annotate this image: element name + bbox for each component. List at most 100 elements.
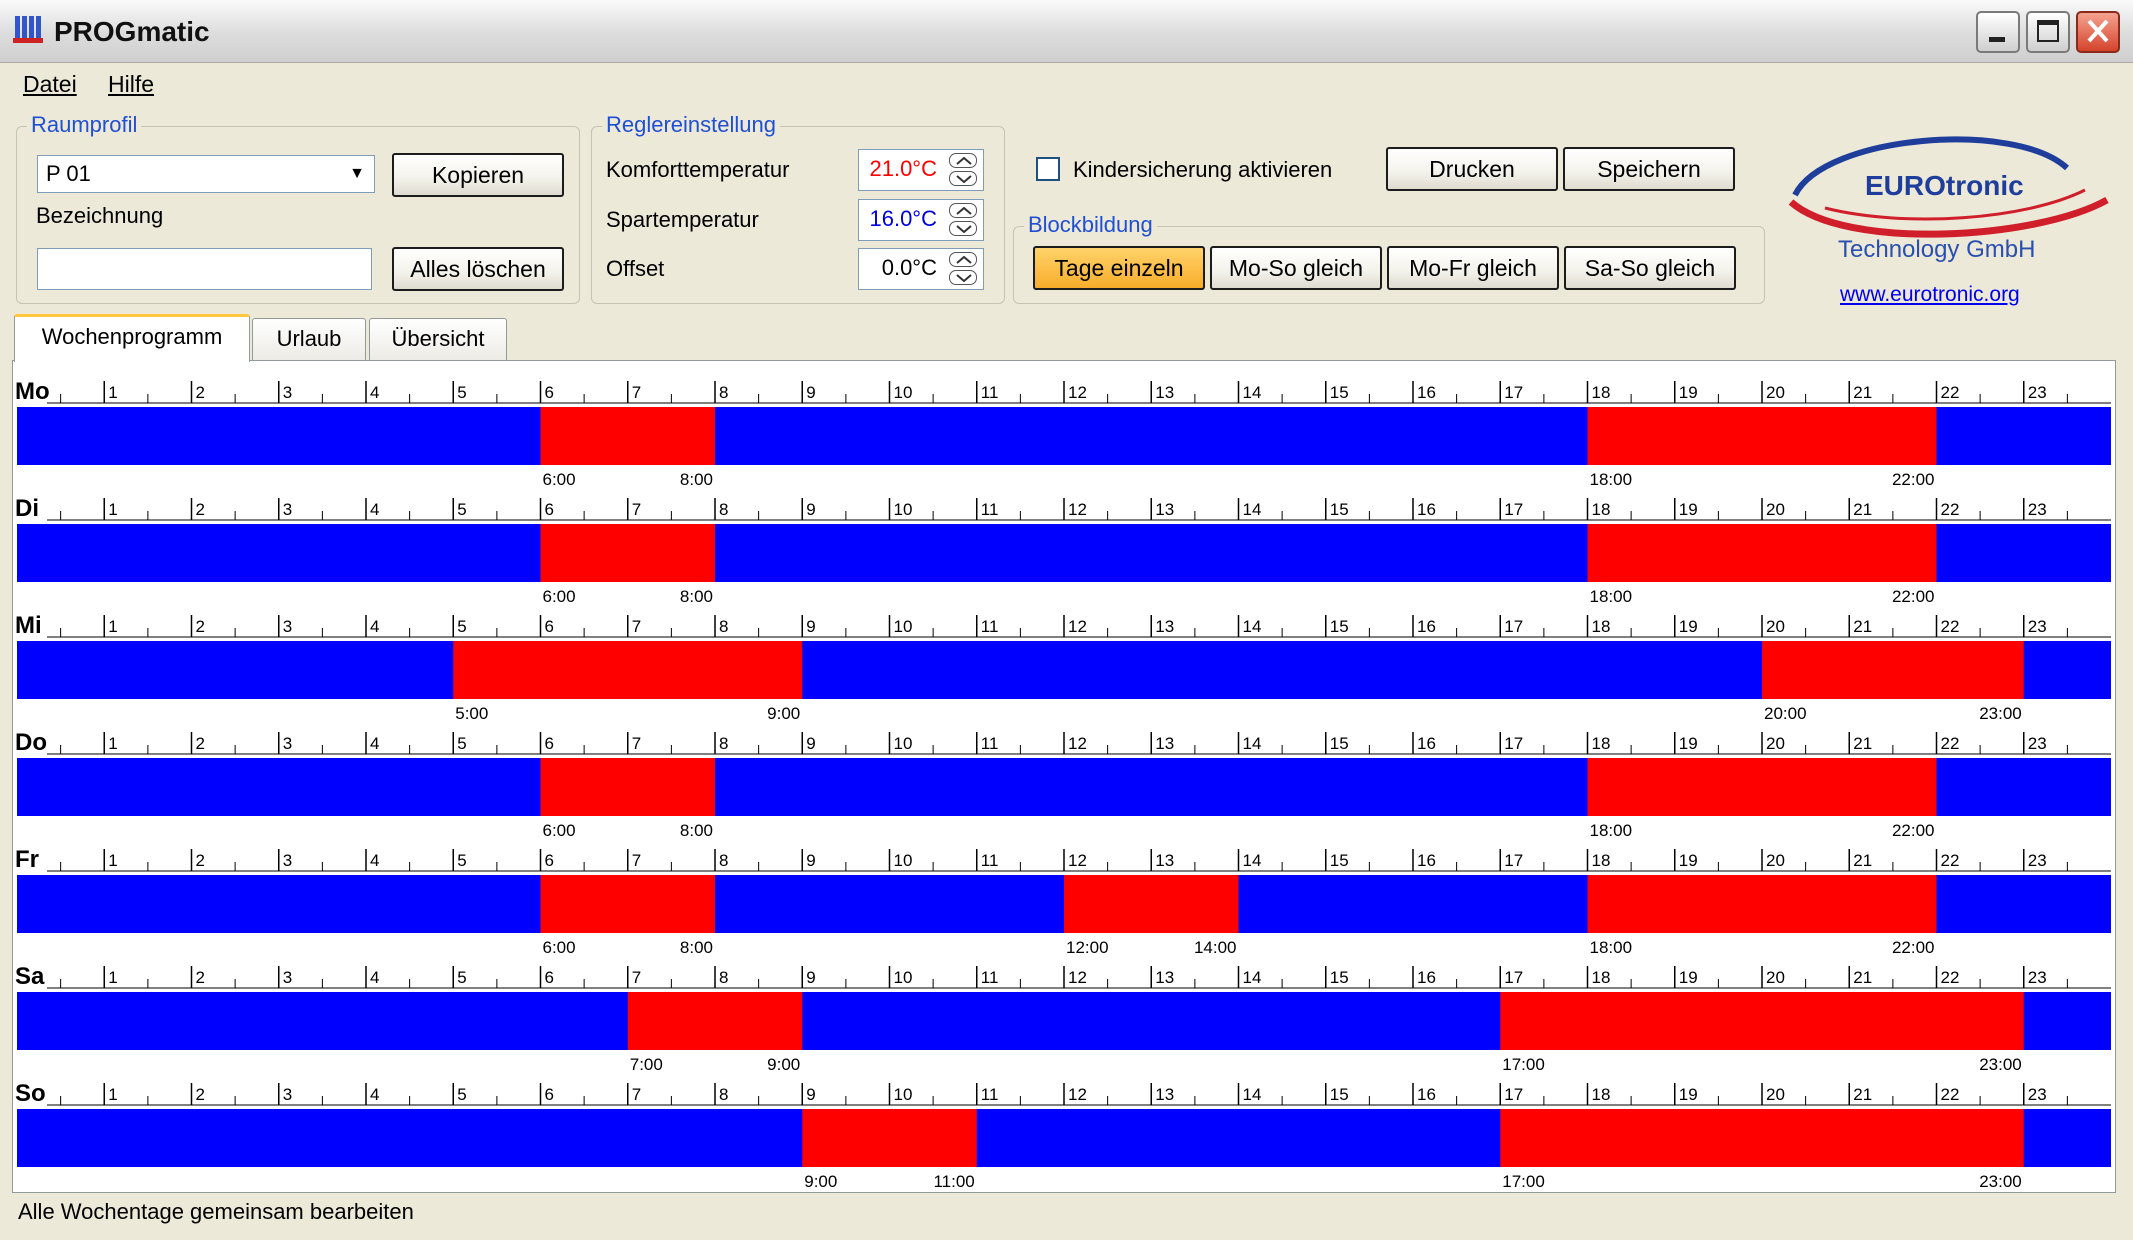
hour-tick-label: 14: [1243, 500, 1262, 519]
hour-tick-label: 6: [545, 1085, 554, 1104]
day-label-so: So: [15, 1080, 46, 1107]
window-title: PROGmatic: [54, 16, 210, 47]
status-text: Alle Wochentage gemeinsam bearbeiten: [18, 1199, 414, 1224]
hour-tick-label: 5: [457, 734, 466, 753]
segment-start-label: 6:00: [543, 821, 576, 840]
hour-tick-label: 10: [894, 734, 913, 753]
week-program-panel: Mo 1 2 3 4 5 6 7 8 9 10 11 12 13 14 15 16 17 18 19 20 21 22 23 6…: [12, 360, 2116, 1193]
menu-hilfe[interactable]: Hilfe: [108, 71, 154, 98]
segment-end-label: 22:00: [1892, 821, 1935, 840]
hour-tick-label: 1: [108, 851, 117, 870]
offset-spinner[interactable]: 0.0°C: [858, 248, 984, 290]
hour-tick-label: 8: [719, 383, 728, 402]
saving-temp-up-icon[interactable]: [949, 203, 977, 218]
hour-tick-label: 14: [1243, 968, 1262, 987]
hour-tick-label: 3: [283, 1085, 292, 1104]
comfort-temp-up-icon[interactable]: [949, 153, 977, 168]
offset-up-icon[interactable]: [949, 252, 977, 267]
hour-tick-label: 19: [1679, 383, 1698, 402]
comfort-segment[interactable]: [1587, 407, 1937, 465]
saving-temp-spinner[interactable]: 16.0°C: [858, 199, 984, 241]
print-button[interactable]: Drucken: [1386, 147, 1558, 191]
hour-tick-label: 5: [457, 500, 466, 519]
hour-tick-label: 16: [1417, 734, 1436, 753]
comfort-segment[interactable]: [1587, 524, 1937, 582]
hour-tick-label: 13: [1155, 383, 1174, 402]
hour-tick-label: 2: [196, 617, 205, 636]
copy-button[interactable]: Kopieren: [392, 153, 564, 197]
hour-tick-label: 12: [1068, 1085, 1087, 1104]
hour-tick-label: 22: [1941, 617, 1960, 636]
minimize-button[interactable]: [1976, 11, 2020, 53]
tab-urlaub[interactable]: Urlaub: [252, 318, 366, 360]
comfort-temp-spinner[interactable]: 21.0°C: [858, 149, 984, 191]
name-field[interactable]: [37, 248, 372, 290]
comfort-temp-down-icon[interactable]: [949, 171, 977, 186]
chevron-down-icon[interactable]: ▼: [344, 160, 370, 188]
comfort-segment[interactable]: [453, 641, 803, 699]
week-timeline-chart[interactable]: Mo 1 2 3 4 5 6 7 8 9 10 11 12 13 14 15 16 17 18 19 20 21 22 236…: [13, 361, 2115, 1192]
hour-tick-label: 10: [894, 1085, 913, 1104]
hour-tick-label: 17: [1504, 734, 1523, 753]
child-lock-checkbox[interactable]: [1036, 157, 1060, 181]
clear-all-button[interactable]: Alles löschen: [392, 247, 564, 291]
comfort-segment[interactable]: [627, 992, 803, 1050]
hour-tick-label: 11: [981, 383, 999, 402]
saving-temp-label: Spartemperatur: [606, 207, 759, 232]
hour-tick-label: 7: [632, 968, 641, 987]
offset-down-icon[interactable]: [949, 270, 977, 285]
profile-select[interactable]: P 01 ▼: [37, 155, 375, 193]
hour-tick-label: 7: [632, 1085, 641, 1104]
hour-tick-label: 20: [1766, 617, 1785, 636]
hour-tick-label: 22: [1941, 734, 1960, 753]
comfort-segment[interactable]: [802, 1109, 977, 1167]
segment-start-label: 5:00: [455, 704, 488, 723]
hour-tick-label: 15: [1330, 851, 1349, 870]
comfort-segment[interactable]: [1500, 1109, 2024, 1167]
tab-wochenprogramm[interactable]: Wochenprogramm: [14, 314, 250, 362]
hour-tick-label: 7: [632, 734, 641, 753]
segment-start-label: 18:00: [1590, 938, 1633, 957]
hour-tick-label: 7: [632, 851, 641, 870]
hour-tick-label: 18: [1592, 1085, 1611, 1104]
hour-tick-label: 7: [632, 617, 641, 636]
profile-select-value: P 01: [46, 161, 91, 186]
comfort-segment[interactable]: [540, 407, 716, 465]
segment-end-label: 22:00: [1892, 470, 1935, 489]
hour-tick-label: 5: [457, 617, 466, 636]
comfort-segment[interactable]: [1762, 641, 2024, 699]
segment-end-label: 23:00: [1979, 704, 2022, 723]
save-button[interactable]: Speichern: [1563, 147, 1735, 191]
block-single-days-button[interactable]: Tage einzeln: [1033, 246, 1205, 290]
comfort-segment[interactable]: [1064, 875, 1239, 933]
segment-end-label: 8:00: [680, 470, 713, 489]
hour-tick-label: 9: [806, 851, 815, 870]
segment-end-label: 8:00: [680, 938, 713, 957]
hour-tick-label: 15: [1330, 500, 1349, 519]
menu-datei[interactable]: Datei: [23, 71, 77, 98]
hour-tick-label: 7: [632, 383, 641, 402]
comfort-segment[interactable]: [540, 875, 716, 933]
hour-tick-label: 20: [1766, 734, 1785, 753]
saving-temp-down-icon[interactable]: [949, 221, 977, 236]
comfort-segment[interactable]: [1587, 875, 1937, 933]
comfort-segment[interactable]: [1587, 758, 1937, 816]
tab-uebersicht[interactable]: Übersicht: [369, 318, 507, 360]
hour-tick-label: 17: [1504, 1085, 1523, 1104]
website-link[interactable]: www.eurotronic.org: [1840, 283, 2020, 307]
hour-tick-label: 15: [1330, 1085, 1349, 1104]
comfort-segment[interactable]: [540, 758, 716, 816]
hour-tick-label: 11: [981, 968, 999, 987]
comfort-segment[interactable]: [540, 524, 716, 582]
close-button[interactable]: [2076, 11, 2120, 53]
maximize-button[interactable]: [2026, 11, 2070, 53]
hour-tick-label: 1: [108, 617, 117, 636]
comfort-segment[interactable]: [1500, 992, 2024, 1050]
block-mo-so-button[interactable]: Mo-So gleich: [1210, 246, 1382, 290]
block-sa-so-button[interactable]: Sa-So gleich: [1564, 246, 1736, 290]
hour-tick-label: 16: [1417, 851, 1436, 870]
hour-tick-label: 14: [1243, 851, 1262, 870]
block-mo-fr-button[interactable]: Mo-Fr gleich: [1387, 246, 1559, 290]
hour-tick-label: 8: [719, 617, 728, 636]
title-bar[interactable]: PROGmatic: [0, 0, 2133, 63]
